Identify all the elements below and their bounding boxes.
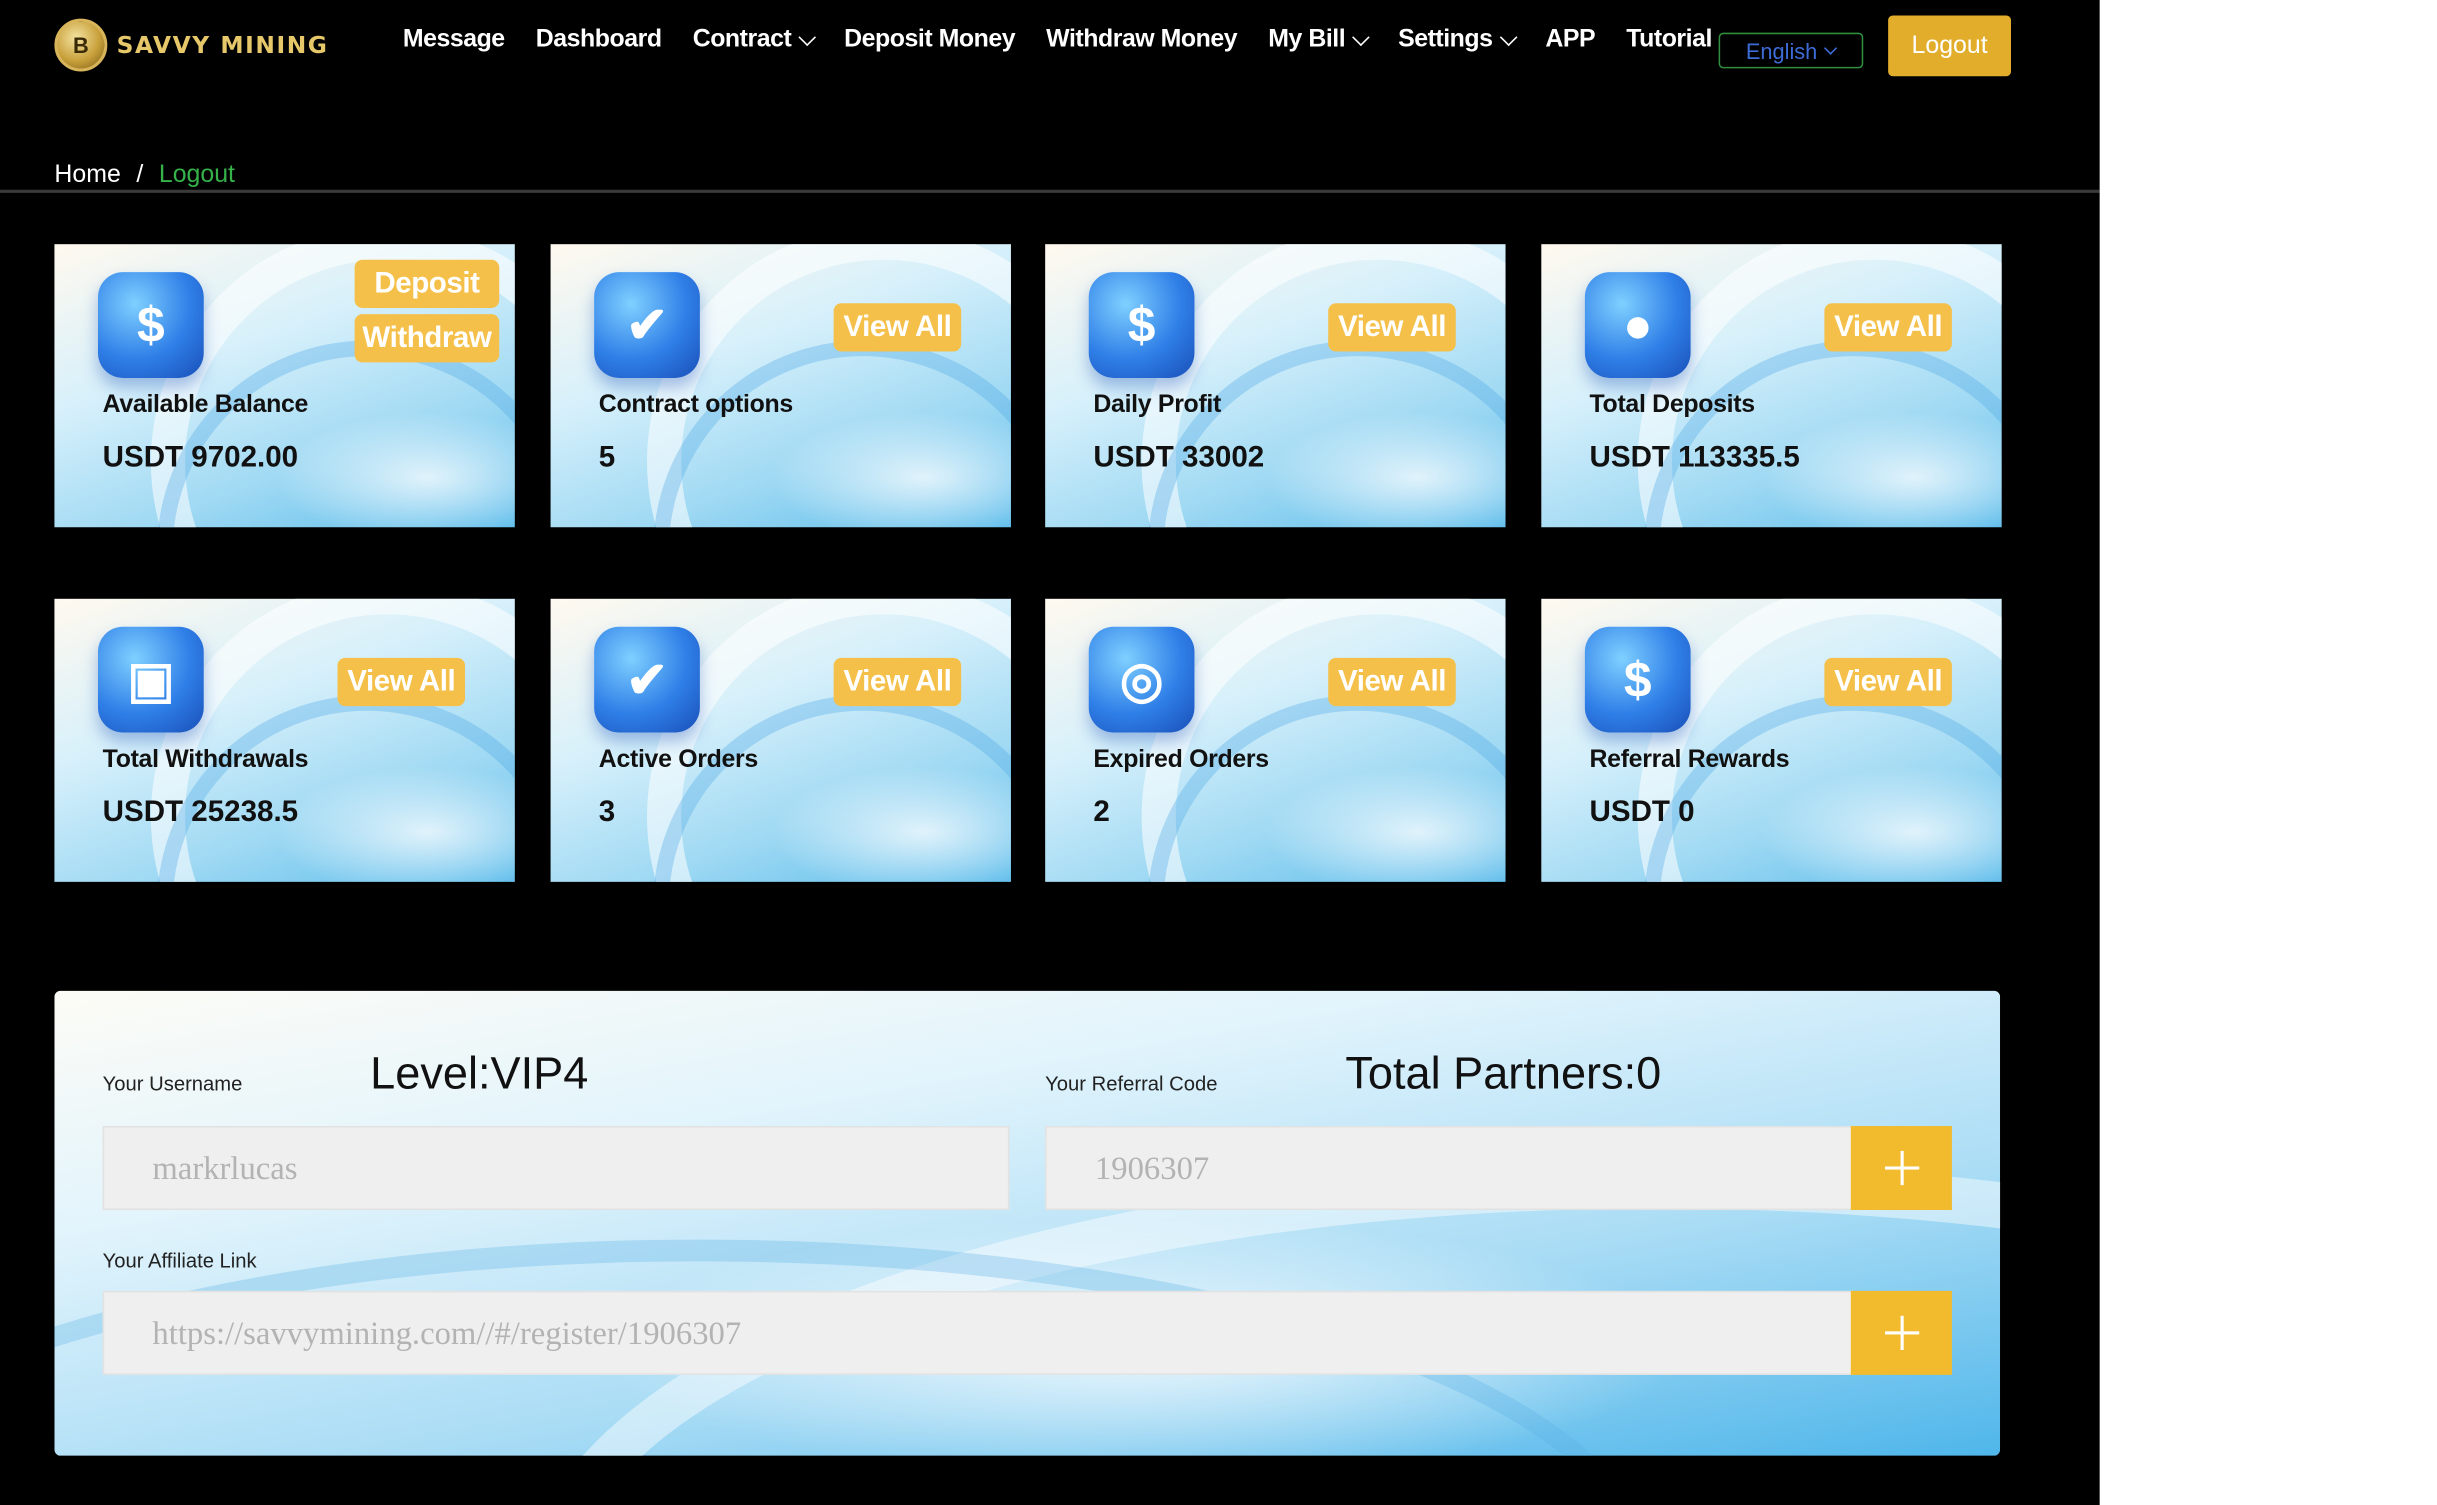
- chevron-down-icon: [798, 28, 816, 47]
- card-title: Contract options: [598, 391, 793, 419]
- card-title: Expired Orders: [1093, 746, 1269, 773]
- view-all-button[interactable]: View All: [337, 657, 466, 707]
- dollar-coin-icon: $: [97, 272, 204, 378]
- view-all-button[interactable]: View All: [1824, 657, 1952, 707]
- chevron-down-icon: [1351, 28, 1370, 47]
- card-value: 3: [598, 796, 616, 829]
- wallet-icon: ▣: [97, 626, 204, 733]
- card-value: 5: [598, 441, 616, 475]
- nav-deposit-money[interactable]: Deposit Money: [844, 26, 1015, 54]
- view-all-button[interactable]: View All: [833, 303, 962, 352]
- card-value: USDT 0: [1589, 796, 1695, 829]
- card-title: Total Deposits: [1589, 391, 1756, 419]
- nav-withdraw-money[interactable]: Withdraw Money: [1046, 26, 1237, 54]
- copy-referral-code-button[interactable]: [1850, 1126, 1952, 1211]
- language-select[interactable]: English: [1718, 32, 1864, 69]
- nav-message[interactable]: Message: [403, 26, 505, 54]
- card-value: USDT 25238.5: [102, 796, 299, 829]
- trophy-coin-icon: $: [1584, 626, 1691, 733]
- logo-badge-icon: B: [54, 18, 108, 72]
- card-referral-rewards: $ View All Referral Rewards USDT 0: [1541, 598, 2002, 882]
- chevron-down-icon: [1824, 40, 1838, 55]
- card-value: USDT 33002: [1093, 441, 1265, 475]
- main-nav: Message Dashboard Contract Deposit Money…: [403, 26, 1713, 54]
- copy-affiliate-link-button[interactable]: [1850, 1290, 1952, 1375]
- card-total-deposits: ● View All Total Deposits USDT 113335.5: [1541, 244, 2002, 528]
- nav-contract[interactable]: Contract: [693, 26, 816, 54]
- card-available-balance: $ Deposit Withdraw Available Balance USD…: [54, 244, 515, 528]
- breadcrumb-current: Logout: [158, 161, 235, 189]
- page: B SAVVY MINING Message Dashboard Contrac…: [0, 0, 2100, 1505]
- card-active-orders: ✔ View All Active Orders 3: [550, 598, 1011, 882]
- logo-text: SAVVY MINING: [116, 31, 329, 60]
- checklist-icon: ✔: [594, 626, 700, 733]
- document-search-icon: ◎: [1088, 626, 1195, 733]
- target-check-icon: ✔: [594, 272, 700, 378]
- card-value: 2: [1093, 796, 1110, 829]
- referral-code-label: Your Referral Code: [1045, 1071, 1218, 1095]
- total-partners: Total Partners:0: [1345, 1049, 1662, 1100]
- breadcrumb-home[interactable]: Home: [54, 162, 120, 190]
- username-label: Your Username: [102, 1071, 243, 1095]
- card-value: USDT 9702.00: [102, 441, 299, 475]
- breadcrumb-separator: /: [136, 161, 144, 189]
- nav-tutorial[interactable]: Tutorial: [1626, 26, 1712, 54]
- affiliate-link-label: Your Affiliate Link: [102, 1248, 257, 1273]
- logo[interactable]: B SAVVY MINING: [54, 18, 329, 72]
- nav-app[interactable]: APP: [1545, 26, 1595, 54]
- nav-dashboard[interactable]: Dashboard: [536, 26, 662, 54]
- view-all-button[interactable]: View All: [833, 657, 962, 707]
- piggy-bank-icon: ●: [1584, 272, 1691, 378]
- phone-dollar-icon: $: [1088, 272, 1195, 378]
- nav-my-bill[interactable]: My Bill: [1268, 26, 1370, 54]
- view-all-button[interactable]: View All: [1328, 657, 1456, 707]
- card-value: USDT 113335.5: [1589, 441, 1800, 475]
- breadcrumb: Home / Logout: [54, 162, 235, 190]
- divider: [0, 189, 2100, 193]
- plus-icon: [1884, 1315, 1919, 1351]
- referral-panel: Your Username Level:VIP4 Your Referral C…: [54, 990, 2001, 1456]
- card-title: Active Orders: [598, 746, 758, 773]
- plus-icon: [1884, 1150, 1919, 1186]
- card-title: Available Balance: [102, 391, 309, 419]
- deposit-button[interactable]: Deposit: [354, 259, 500, 308]
- card-expired-orders: ◎ View All Expired Orders 2: [1045, 598, 1506, 882]
- username-field[interactable]: markrlucas: [102, 1126, 1010, 1211]
- card-title: Daily Profit: [1093, 391, 1222, 419]
- vip-level: Level:VIP4: [370, 1049, 589, 1100]
- card-contract-options: ✔ View All Contract options 5: [550, 244, 1011, 528]
- chevron-down-icon: [1499, 28, 1517, 47]
- card-title: Referral Rewards: [1589, 746, 1790, 773]
- view-all-button[interactable]: View All: [1824, 303, 1952, 352]
- logout-button[interactable]: Logout: [1888, 15, 2012, 77]
- card-total-withdrawals: ▣ View All Total Withdrawals USDT 25238.…: [54, 598, 515, 882]
- card-title: Total Withdrawals: [102, 746, 309, 773]
- nav-settings[interactable]: Settings: [1398, 26, 1517, 54]
- affiliate-link-field[interactable]: https://savvymining.com//#/register/1906…: [102, 1290, 1854, 1375]
- view-all-button[interactable]: View All: [1328, 303, 1456, 352]
- withdraw-button[interactable]: Withdraw: [354, 314, 500, 363]
- language-label: English: [1745, 38, 1818, 63]
- card-daily-profit: $ View All Daily Profit USDT 33002: [1045, 244, 1506, 528]
- referral-code-field[interactable]: 1906307: [1045, 1126, 1854, 1211]
